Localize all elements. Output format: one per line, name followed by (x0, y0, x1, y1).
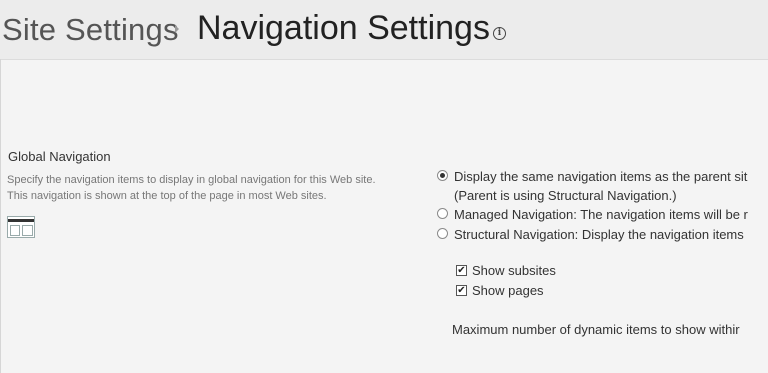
show-subsites-checkbox[interactable]: ✔ (456, 265, 467, 276)
radio-button[interactable] (437, 228, 448, 239)
radio-sublabel: (Parent is using Structural Navigation.) (454, 188, 677, 203)
show-subsites-row[interactable]: ✔ Show subsites (456, 263, 556, 278)
show-subsites-label: Show subsites (472, 263, 556, 278)
radio-option-managed[interactable]: Managed Navigation: The navigation items… (437, 205, 748, 224)
breadcrumb-site-settings[interactable]: Site Settings (2, 12, 179, 48)
page-header: Site Settings Navigation Settings i (0, 0, 768, 60)
info-icon[interactable]: i (493, 27, 506, 40)
radio-label: Display the same navigation items as the… (454, 169, 748, 184)
show-pages-label: Show pages (472, 283, 544, 298)
breadcrumb-separator-icon (175, 25, 179, 33)
section-title: Global Navigation (8, 149, 111, 164)
show-pages-row[interactable]: ✔ Show pages (456, 283, 544, 298)
radio-button[interactable] (437, 208, 448, 219)
show-pages-checkbox[interactable]: ✔ (456, 285, 467, 296)
radio-button[interactable] (437, 170, 448, 181)
global-navigation-graphic-icon (7, 216, 35, 238)
radio-label: Managed Navigation: The navigation items… (454, 207, 748, 222)
radio-option-inherit[interactable]: Display the same navigation items as the… (437, 167, 747, 205)
max-dynamic-items-label: Maximum number of dynamic items to show … (452, 322, 740, 337)
section-description: Specify the navigation items to display … (7, 174, 376, 202)
radio-label: Structural Navigation: Display the navig… (454, 227, 744, 242)
page-title: Navigation Settings (197, 9, 490, 47)
radio-option-structural[interactable]: Structural Navigation: Display the navig… (437, 225, 744, 244)
content-left-border (0, 59, 1, 373)
